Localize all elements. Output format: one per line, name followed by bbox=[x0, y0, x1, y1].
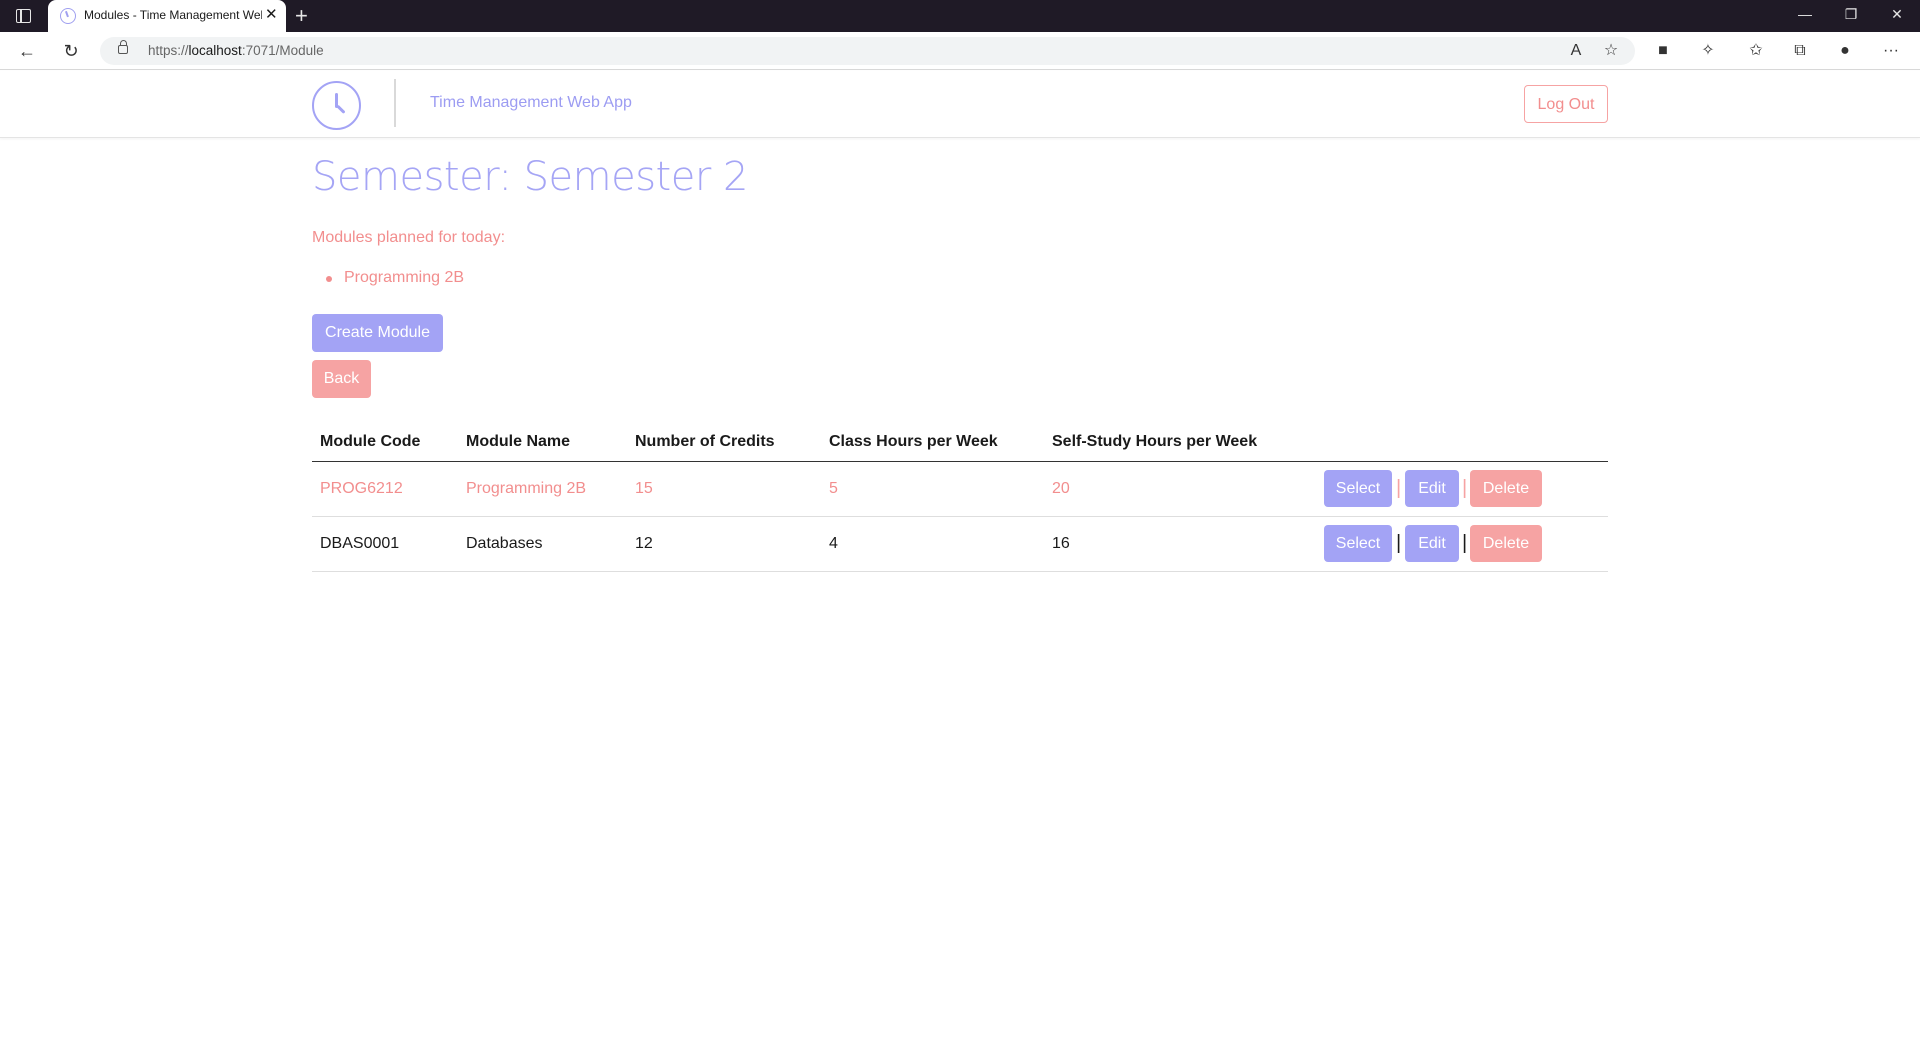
modules-table: Module Code Module Name Number of Credit… bbox=[312, 423, 1608, 572]
edit-button[interactable]: Edit bbox=[1405, 470, 1459, 507]
action-separator: | bbox=[1462, 477, 1468, 499]
restore-icon[interactable]: ❐ bbox=[1828, 6, 1874, 23]
planned-module-item: Programming 2B bbox=[326, 269, 464, 287]
tab-title: Modules - Time Management Web App bbox=[84, 8, 262, 22]
lock-icon[interactable] bbox=[118, 40, 128, 54]
cell-class-hours: 5 bbox=[829, 480, 838, 497]
table-row: DBAS0001 Databases 12 4 16 Select | Edit… bbox=[312, 517, 1608, 572]
planned-today-list: Programming 2B bbox=[326, 269, 464, 287]
logout-button[interactable]: Log Out bbox=[1524, 85, 1608, 123]
browser-toolbar: ← ↻ https://localhost:7071/Module bbox=[0, 32, 1920, 70]
delete-button[interactable]: Delete bbox=[1470, 470, 1542, 507]
header-class-hours: Class Hours per Week bbox=[829, 433, 998, 450]
app-header: Time Management Web App Log Out bbox=[0, 71, 1920, 138]
header-divider bbox=[394, 79, 396, 127]
read-aloud-icon[interactable]: A bbox=[1565, 40, 1587, 62]
cell-module-code: PROG6212 bbox=[320, 480, 403, 497]
new-tab-icon[interactable]: + bbox=[295, 2, 308, 30]
action-separator: | bbox=[1462, 532, 1468, 554]
cell-module-name: Programming 2B bbox=[466, 480, 587, 497]
edit-button[interactable]: Edit bbox=[1405, 525, 1459, 562]
brand-link[interactable]: Time Management Web App bbox=[430, 94, 632, 112]
clock-logo-icon[interactable] bbox=[312, 81, 361, 130]
planned-today-label: Modules planned for today: bbox=[312, 229, 506, 246]
select-button[interactable]: Select bbox=[1324, 525, 1392, 562]
cell-credits: 15 bbox=[635, 480, 653, 497]
extensions-puzzle-icon[interactable]: ✧ bbox=[1697, 40, 1719, 62]
page-title: Semester: Semester 2 bbox=[312, 154, 748, 200]
delete-button[interactable]: Delete bbox=[1470, 525, 1542, 562]
create-module-button[interactable]: Create Module bbox=[312, 314, 443, 352]
more-menu-icon[interactable]: ··· bbox=[1880, 40, 1902, 62]
tab-actions-icon[interactable] bbox=[16, 9, 31, 23]
favorites-icon[interactable]: ✩ bbox=[1745, 40, 1767, 62]
cell-self-study-hours: 16 bbox=[1052, 535, 1070, 552]
collections-icon[interactable]: ⧉ bbox=[1789, 40, 1811, 62]
back-arrow-icon[interactable]: ← bbox=[16, 40, 38, 62]
refresh-icon[interactable]: ↻ bbox=[60, 40, 82, 62]
browser-tab[interactable]: Modules - Time Management Web App ✕ bbox=[48, 0, 286, 32]
extension-icon[interactable]: ■ bbox=[1652, 40, 1674, 62]
cell-module-code: DBAS0001 bbox=[320, 535, 400, 552]
address-bar[interactable]: https://localhost:7071/Module bbox=[100, 37, 1635, 65]
url-text[interactable]: https://localhost:7071/Module bbox=[148, 43, 324, 58]
back-button[interactable]: Back bbox=[312, 360, 371, 398]
tab-close-icon[interactable]: ✕ bbox=[265, 6, 278, 24]
cell-class-hours: 4 bbox=[829, 535, 838, 552]
header-credits: Number of Credits bbox=[635, 433, 775, 450]
browser-titlebar: Modules - Time Management Web App ✕ + — … bbox=[0, 0, 1920, 32]
cell-self-study-hours: 20 bbox=[1052, 480, 1070, 497]
action-separator: | bbox=[1396, 477, 1402, 499]
header-module-code: Module Code bbox=[320, 433, 421, 450]
table-header: Module Code Module Name Number of Credit… bbox=[312, 423, 1608, 462]
header-module-name: Module Name bbox=[466, 433, 571, 450]
cell-module-name: Databases bbox=[466, 535, 543, 552]
action-separator: | bbox=[1396, 532, 1402, 554]
favorite-add-icon[interactable]: ☆ bbox=[1600, 40, 1622, 62]
minimize-icon[interactable]: — bbox=[1782, 6, 1828, 22]
table-row: PROG6212 Programming 2B 15 5 20 Select |… bbox=[312, 462, 1608, 517]
close-window-icon[interactable]: ✕ bbox=[1874, 6, 1920, 23]
cell-credits: 12 bbox=[635, 535, 653, 552]
profile-avatar-icon[interactable]: ● bbox=[1834, 40, 1856, 62]
select-button[interactable]: Select bbox=[1324, 470, 1392, 507]
header-self-study-hours: Self-Study Hours per Week bbox=[1052, 433, 1258, 450]
clock-favicon-icon bbox=[60, 8, 76, 24]
